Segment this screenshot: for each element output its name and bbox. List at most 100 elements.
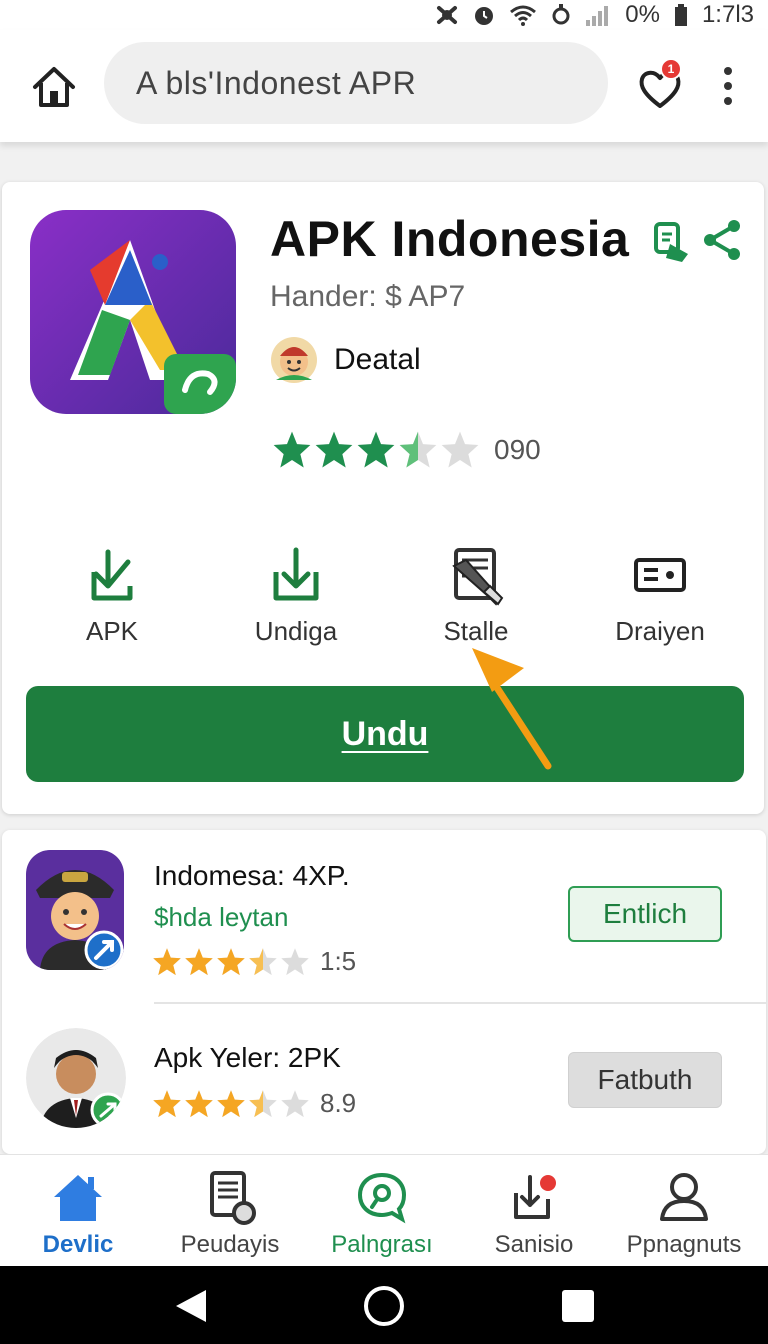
star-icon (185, 1089, 213, 1117)
favorites-button[interactable]: 1 (636, 58, 684, 112)
bottom-navigation: Devlic Peudayis Palngrası Sanisio Ppnagn… (0, 1154, 768, 1266)
list-item-subtitle: $hda leytan (154, 902, 289, 932)
back-button[interactable] (170, 1284, 214, 1328)
list-item-title: Indomesa: 4XP. (154, 860, 350, 891)
signal-icon (585, 4, 611, 26)
star-icon (281, 1089, 309, 1117)
app-icon (30, 210, 236, 414)
card-icon (634, 558, 686, 592)
search-field[interactable]: A bls'Indonest APR (104, 42, 608, 124)
recents-button[interactable] (556, 1284, 600, 1328)
action-undiga[interactable]: Undiga (216, 546, 376, 647)
star-icon (153, 1089, 181, 1117)
action-draiyen-label: Draiyen (615, 616, 705, 646)
star-icon (273, 431, 311, 468)
system-home-button[interactable] (362, 1284, 406, 1328)
search-query: A bls'Indonest APR (136, 64, 417, 101)
more-vertical-icon (724, 67, 732, 105)
developer-name: Deatal (334, 343, 421, 376)
home-button[interactable] (30, 65, 78, 109)
nav-label: Ppnagnuts (626, 1231, 742, 1258)
app-detail-card: APK Indonesia Hander: $ AP7 Deatal 090 A… (2, 182, 764, 814)
action-undiga-label: Undiga (254, 616, 338, 646)
star-icon (217, 947, 245, 975)
nav-label: Devlic (42, 1231, 114, 1258)
download-tray-icon (273, 547, 319, 601)
star-icon (185, 947, 213, 975)
data-saver-icon (551, 3, 571, 27)
nav-item-palngrasi[interactable]: Palngrası (306, 1169, 458, 1259)
nav-label: Sanisio (494, 1231, 574, 1258)
battery-icon (674, 4, 688, 26)
star-icon (441, 431, 479, 468)
rating-stars (272, 430, 482, 470)
download-arrow-icon (91, 549, 133, 601)
rating-count: 1:5 (320, 946, 357, 976)
alarm-icon (473, 4, 495, 26)
clock: 1:7l3 (701, 1, 754, 28)
nav-item-ppnagnuts[interactable]: Ppnagnuts (608, 1169, 760, 1259)
star-icon (249, 947, 277, 975)
recents-square-icon (562, 1290, 594, 1322)
action-row: APK Undiga Stalle Draiyen (2, 546, 764, 656)
list-item-action-button[interactable]: Fatbuth (568, 1052, 722, 1108)
list-item-rating: 1:5 (152, 946, 356, 977)
status-bar: 0% 1:7l3 (0, 0, 768, 30)
chat-icon (357, 1172, 407, 1224)
developer-avatar-icon (271, 337, 317, 383)
action-stalle-label: Stalle (443, 616, 509, 646)
action-draiyen[interactable]: Draiyen (580, 546, 740, 647)
notification-badge: 1 (660, 58, 682, 80)
person-icon (660, 1173, 708, 1221)
list-item-action-button[interactable]: Entlich (568, 886, 722, 942)
list-item-rating: 8.9 (152, 1088, 356, 1119)
nav-label: Palngrası (331, 1231, 433, 1258)
nav-item-peudayis[interactable]: Peudayis (154, 1169, 306, 1259)
list-item-title: Apk Yeler: 2PK (154, 1042, 341, 1073)
app-title: APK Indonesia (270, 211, 630, 267)
star-icon (399, 431, 437, 468)
rating-stars (152, 1089, 312, 1119)
star-icon (153, 947, 181, 975)
top-app-bar: A bls'Indonest APR 1 (0, 30, 768, 142)
home-circle-icon (364, 1286, 404, 1326)
verified-app-button[interactable] (652, 218, 692, 262)
wifi-icon (509, 4, 537, 26)
title-actions (652, 218, 742, 262)
list-item-avatar (26, 1028, 126, 1128)
action-apk-label: APK (85, 616, 139, 646)
star-icon (281, 947, 309, 975)
star-icon (357, 431, 395, 468)
nav-label: Peudayis (180, 1231, 280, 1258)
app-subtitle: Hander: $ AP7 (270, 280, 466, 313)
action-stalle[interactable]: Stalle (396, 546, 556, 647)
star-icon (249, 1089, 277, 1117)
home-outline-icon (33, 67, 75, 107)
back-triangle-icon (176, 1290, 206, 1322)
list-item-avatar (26, 850, 124, 970)
download-button[interactable]: Undu (26, 686, 744, 782)
star-icon (217, 1089, 245, 1117)
bug-icon (435, 4, 459, 26)
document-pen-icon (452, 548, 504, 606)
share-button[interactable] (702, 218, 742, 262)
rating-count: 090 (494, 434, 541, 465)
download-inbox-icon (514, 1175, 556, 1219)
app-rating: 090 (272, 430, 541, 470)
nav-item-sanisio[interactable]: Sanisio (458, 1169, 610, 1259)
list-divider (154, 1002, 766, 1004)
system-navigation-bar (0, 1266, 768, 1344)
download-button-label: Undu (341, 714, 429, 753)
developer-row[interactable]: Deatal (270, 336, 421, 384)
home-icon (54, 1175, 102, 1221)
action-apk[interactable]: APK (32, 546, 192, 647)
nav-item-devlic[interactable]: Devlic (2, 1169, 154, 1259)
battery-percent: 0% (625, 1, 660, 28)
verified-shield-icon (654, 222, 688, 262)
rating-count: 8.9 (320, 1088, 357, 1118)
star-icon (315, 431, 353, 468)
rating-stars (152, 947, 312, 977)
share-icon (704, 220, 740, 260)
document-icon (210, 1171, 256, 1225)
overflow-menu-button[interactable] (716, 66, 740, 106)
